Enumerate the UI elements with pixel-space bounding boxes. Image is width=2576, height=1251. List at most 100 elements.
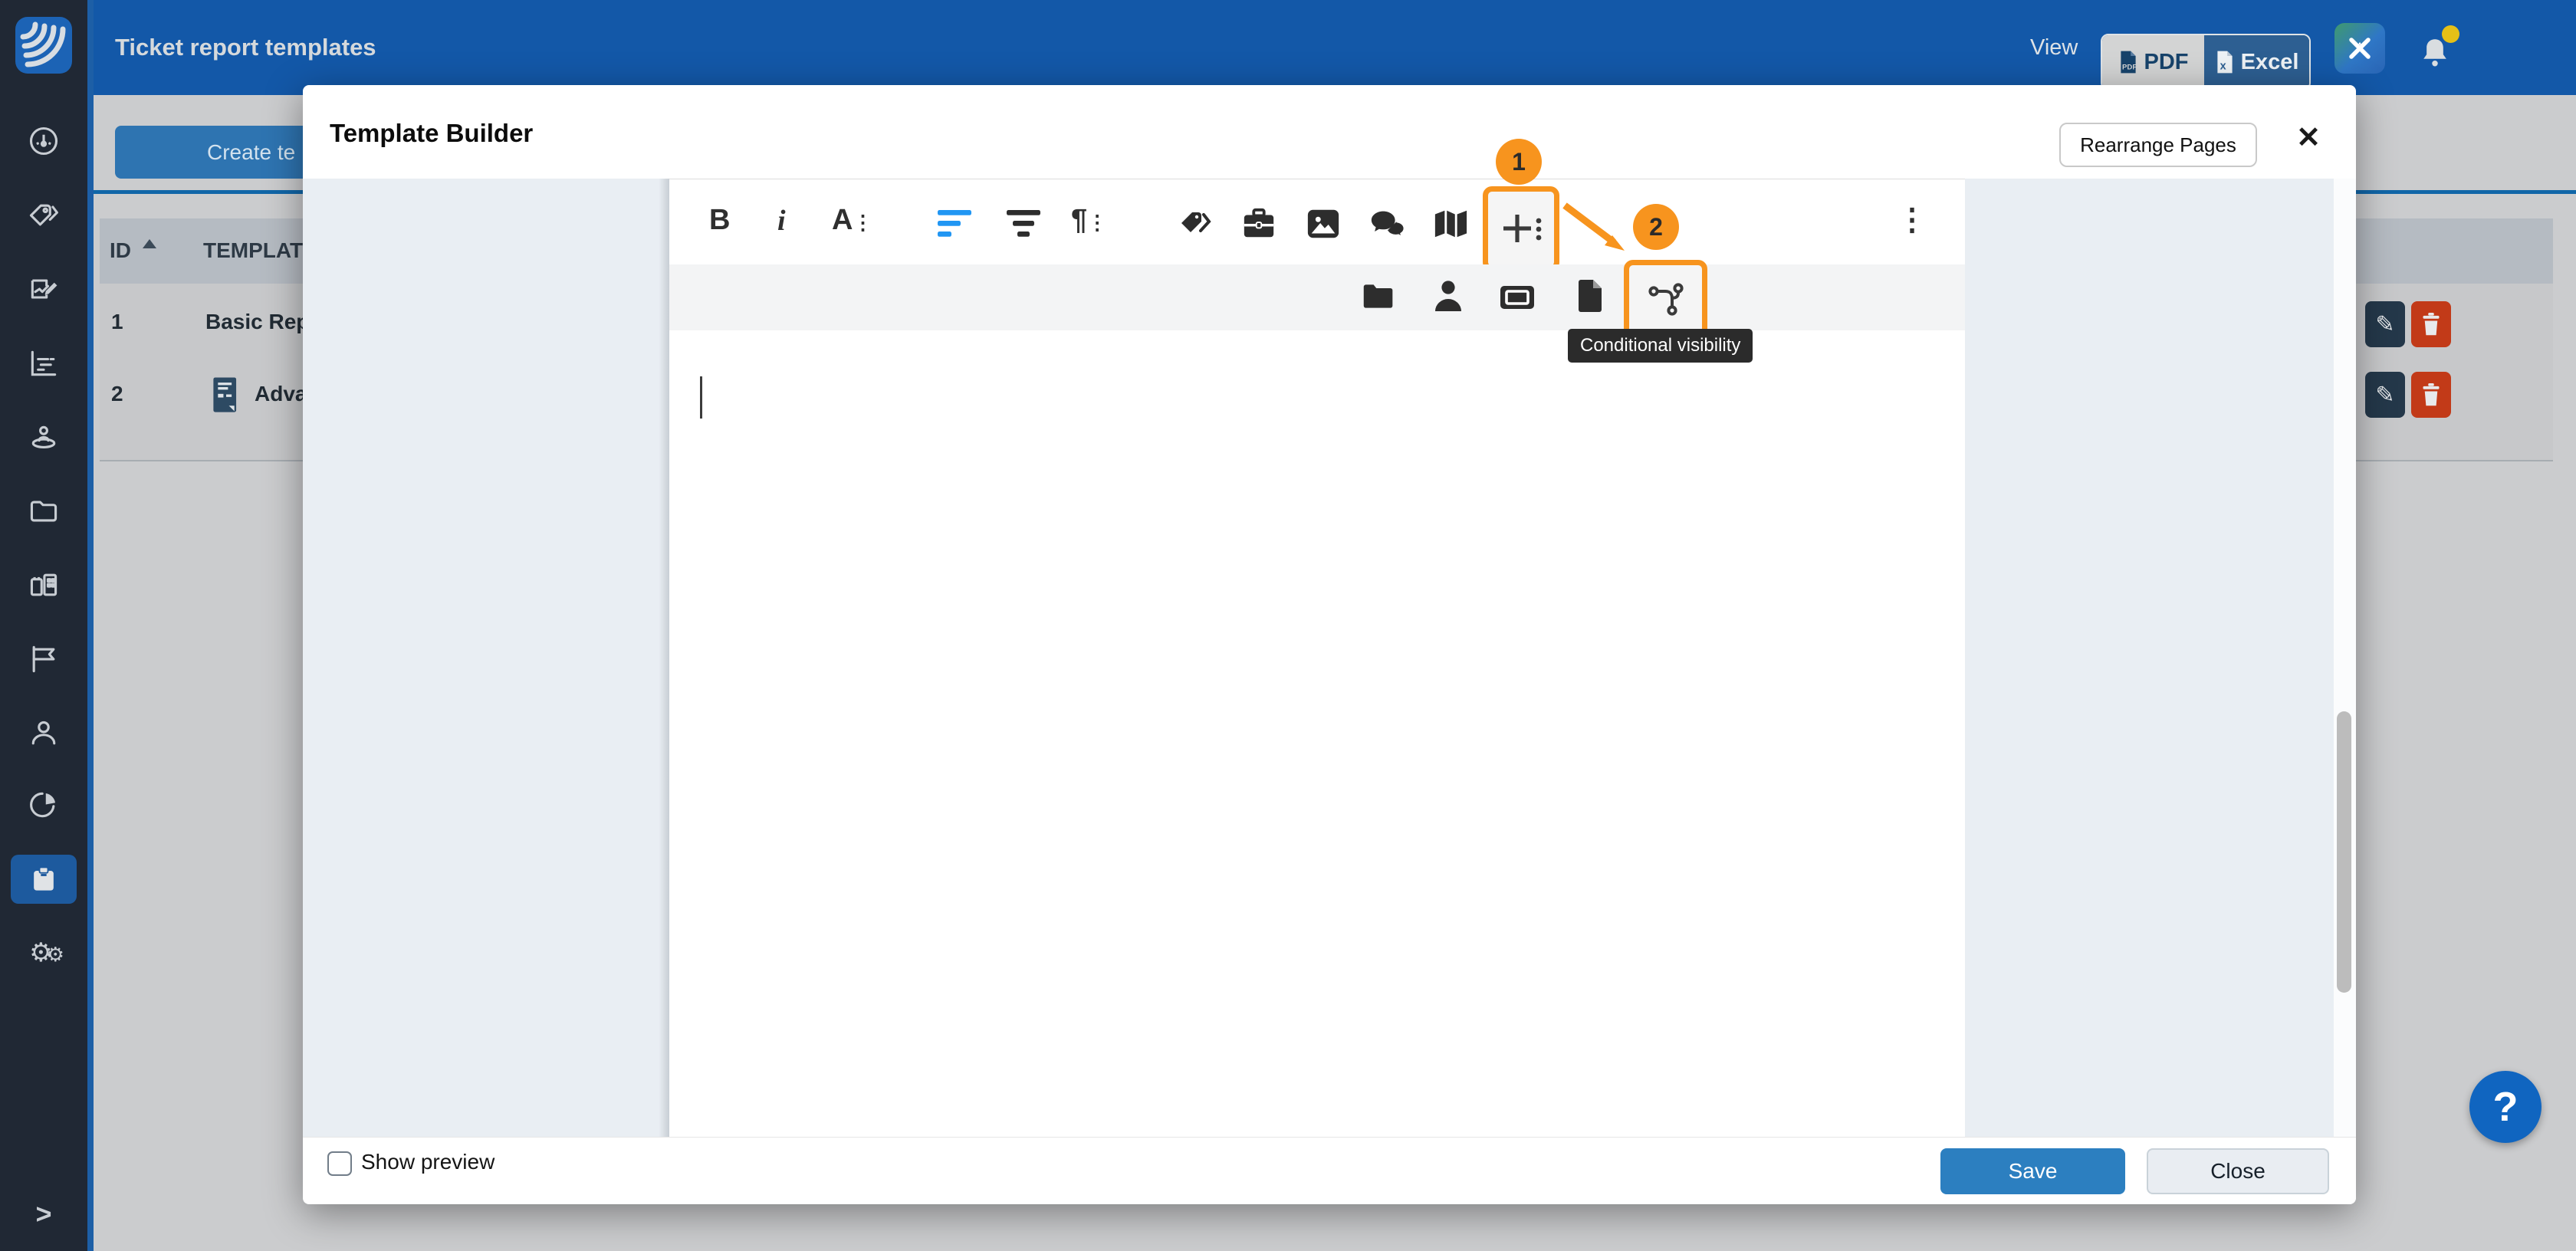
scrollbar-thumb[interactable] <box>2337 711 2351 993</box>
sidebar-item-settings[interactable]: ⚙⚙ <box>11 928 77 977</box>
dashboard-gauge-icon <box>27 124 61 158</box>
insert-element-button[interactable] <box>1483 186 1559 271</box>
text-cursor <box>700 376 702 419</box>
right-panel <box>1965 179 2334 1137</box>
view-format-toggle: PDF PDF x Excel <box>2101 34 2311 90</box>
conditional-visibility-button[interactable] <box>1624 260 1707 338</box>
svg-text:PDF: PDF <box>2122 64 2137 72</box>
sidebar <box>0 0 87 1251</box>
paragraph-style-button[interactable]: ¶⋮ <box>1071 204 1107 237</box>
dots-icon: ⋮ <box>1087 211 1107 234</box>
sort-ascending-icon <box>143 239 156 248</box>
sidebar-item-person-location[interactable] <box>11 412 77 461</box>
show-preview-label[interactable]: Show preview <box>361 1138 495 1187</box>
editor-area[interactable]: B i A⋮ ¶⋮ ⋮ 1 2 Conditional <box>669 179 1965 1138</box>
folder-insert-button[interactable] <box>1362 281 1395 312</box>
delete-row-button[interactable] <box>2411 372 2451 418</box>
sidebar-item-organizations[interactable] <box>11 560 77 609</box>
rearrange-pages-button[interactable]: Rearrange Pages <box>2059 123 2257 167</box>
sidebar-item-reports[interactable] <box>11 780 77 829</box>
pdf-toggle-button[interactable]: PDF PDF <box>2102 35 2204 89</box>
notification-badge <box>2442 25 2459 43</box>
sidebar-item-flags[interactable] <box>11 634 77 683</box>
sidebar-item-folders[interactable] <box>11 487 77 536</box>
help-button[interactable]: ? <box>2469 1071 2542 1143</box>
report-document-icon <box>212 374 241 415</box>
tag-button[interactable] <box>1177 205 1214 242</box>
trash-icon <box>2420 381 2443 409</box>
tooltip: Conditional visibility <box>1568 329 1753 363</box>
user-icon <box>27 716 61 750</box>
edit-row-button[interactable]: ✎ <box>2365 372 2405 418</box>
person-insert-button[interactable] <box>1433 278 1464 314</box>
tags-icon <box>27 199 61 232</box>
image-button[interactable] <box>1306 207 1341 241</box>
close-icon[interactable]: ✕ <box>2288 117 2328 157</box>
sidebar-item-compose[interactable] <box>11 264 77 314</box>
person-location-icon <box>27 420 61 454</box>
modal-scrollbar[interactable] <box>2334 179 2356 1137</box>
annotation-arrow <box>1551 195 1643 268</box>
excel-label: Excel <box>2241 50 2299 75</box>
modal-footer: Show preview Save Close <box>303 1137 2356 1204</box>
app-logo[interactable] <box>15 17 72 74</box>
paragraph-glyph: ¶ <box>1071 204 1087 236</box>
pie-report-icon <box>27 788 61 822</box>
folder-icon <box>27 494 61 528</box>
italic-button[interactable]: i <box>777 204 786 238</box>
delete-row-button[interactable] <box>2411 301 2451 347</box>
sidebar-accent-stripe <box>87 0 94 1251</box>
column-header-template[interactable]: TEMPLATE <box>203 238 317 263</box>
step-1-badge: 1 <box>1496 139 1542 185</box>
ticket-insert-button[interactable] <box>1499 284 1536 311</box>
dots-icon: ⋮ <box>853 211 872 234</box>
page-title: Ticket report templates <box>115 0 376 95</box>
pdf-file-icon: PDF <box>2118 50 2138 74</box>
font-style-button[interactable]: A⋮ <box>832 204 872 237</box>
align-center-button[interactable] <box>1004 207 1043 241</box>
conditional-visibility-icon <box>1646 279 1686 319</box>
assets-briefcase-button[interactable] <box>1241 207 1276 241</box>
insert-plus-icon <box>1502 210 1545 248</box>
settings-gears-icon: ⚙⚙ <box>29 937 58 968</box>
pdf-label: PDF <box>2144 50 2189 75</box>
compose-document-icon <box>27 272 61 306</box>
pencil-icon: ✎ <box>2375 382 2394 409</box>
row-id-cell: 1 <box>111 310 123 334</box>
create-template-label: Create te <box>207 126 295 179</box>
step-2-badge: 2 <box>1633 204 1679 250</box>
chevron-right-icon: > <box>35 1198 51 1230</box>
pages-panel <box>303 179 669 1137</box>
excel-file-icon: x <box>2215 50 2235 74</box>
template-builder-modal: Template Builder Rearrange Pages ✕ B i A… <box>303 85 2356 1203</box>
sidebar-expand-button[interactable]: > <box>11 1190 77 1239</box>
row-id-cell: 2 <box>111 382 123 406</box>
font-letter: A <box>832 204 853 236</box>
view-label: View <box>2030 0 2078 95</box>
templates-clipboard-icon <box>27 862 61 896</box>
show-preview-checkbox[interactable] <box>327 1151 352 1176</box>
sidebar-item-tags[interactable] <box>11 191 77 240</box>
sidebar-item-analytics[interactable] <box>11 339 77 388</box>
modal-title: Template Builder <box>330 119 533 148</box>
organizations-icon <box>27 568 61 602</box>
flag-icon <box>27 642 61 675</box>
save-button[interactable]: Save <box>1940 1148 2125 1194</box>
excel-toggle-button[interactable]: x Excel <box>2204 35 2309 89</box>
align-left-button[interactable] <box>936 207 976 241</box>
sidebar-item-templates[interactable] <box>11 855 77 904</box>
insert-submenu-bar <box>669 264 1965 330</box>
more-options-kebab-button[interactable]: ⋮ <box>1897 202 1927 238</box>
document-insert-button[interactable] <box>1576 278 1605 314</box>
sidebar-item-dashboard[interactable] <box>11 117 77 166</box>
row-name-cell: Adva <box>255 382 307 406</box>
edit-row-button[interactable]: ✎ <box>2365 301 2405 347</box>
map-button[interactable] <box>1433 207 1468 241</box>
close-button[interactable]: Close <box>2147 1148 2329 1194</box>
bold-button[interactable]: B <box>709 204 730 237</box>
column-header-id[interactable]: ID <box>110 238 131 263</box>
sidebar-item-users[interactable] <box>11 708 77 757</box>
analytics-chart-icon <box>27 346 61 380</box>
comments-button[interactable] <box>1368 207 1407 241</box>
app-launcher-button[interactable] <box>2334 23 2385 74</box>
